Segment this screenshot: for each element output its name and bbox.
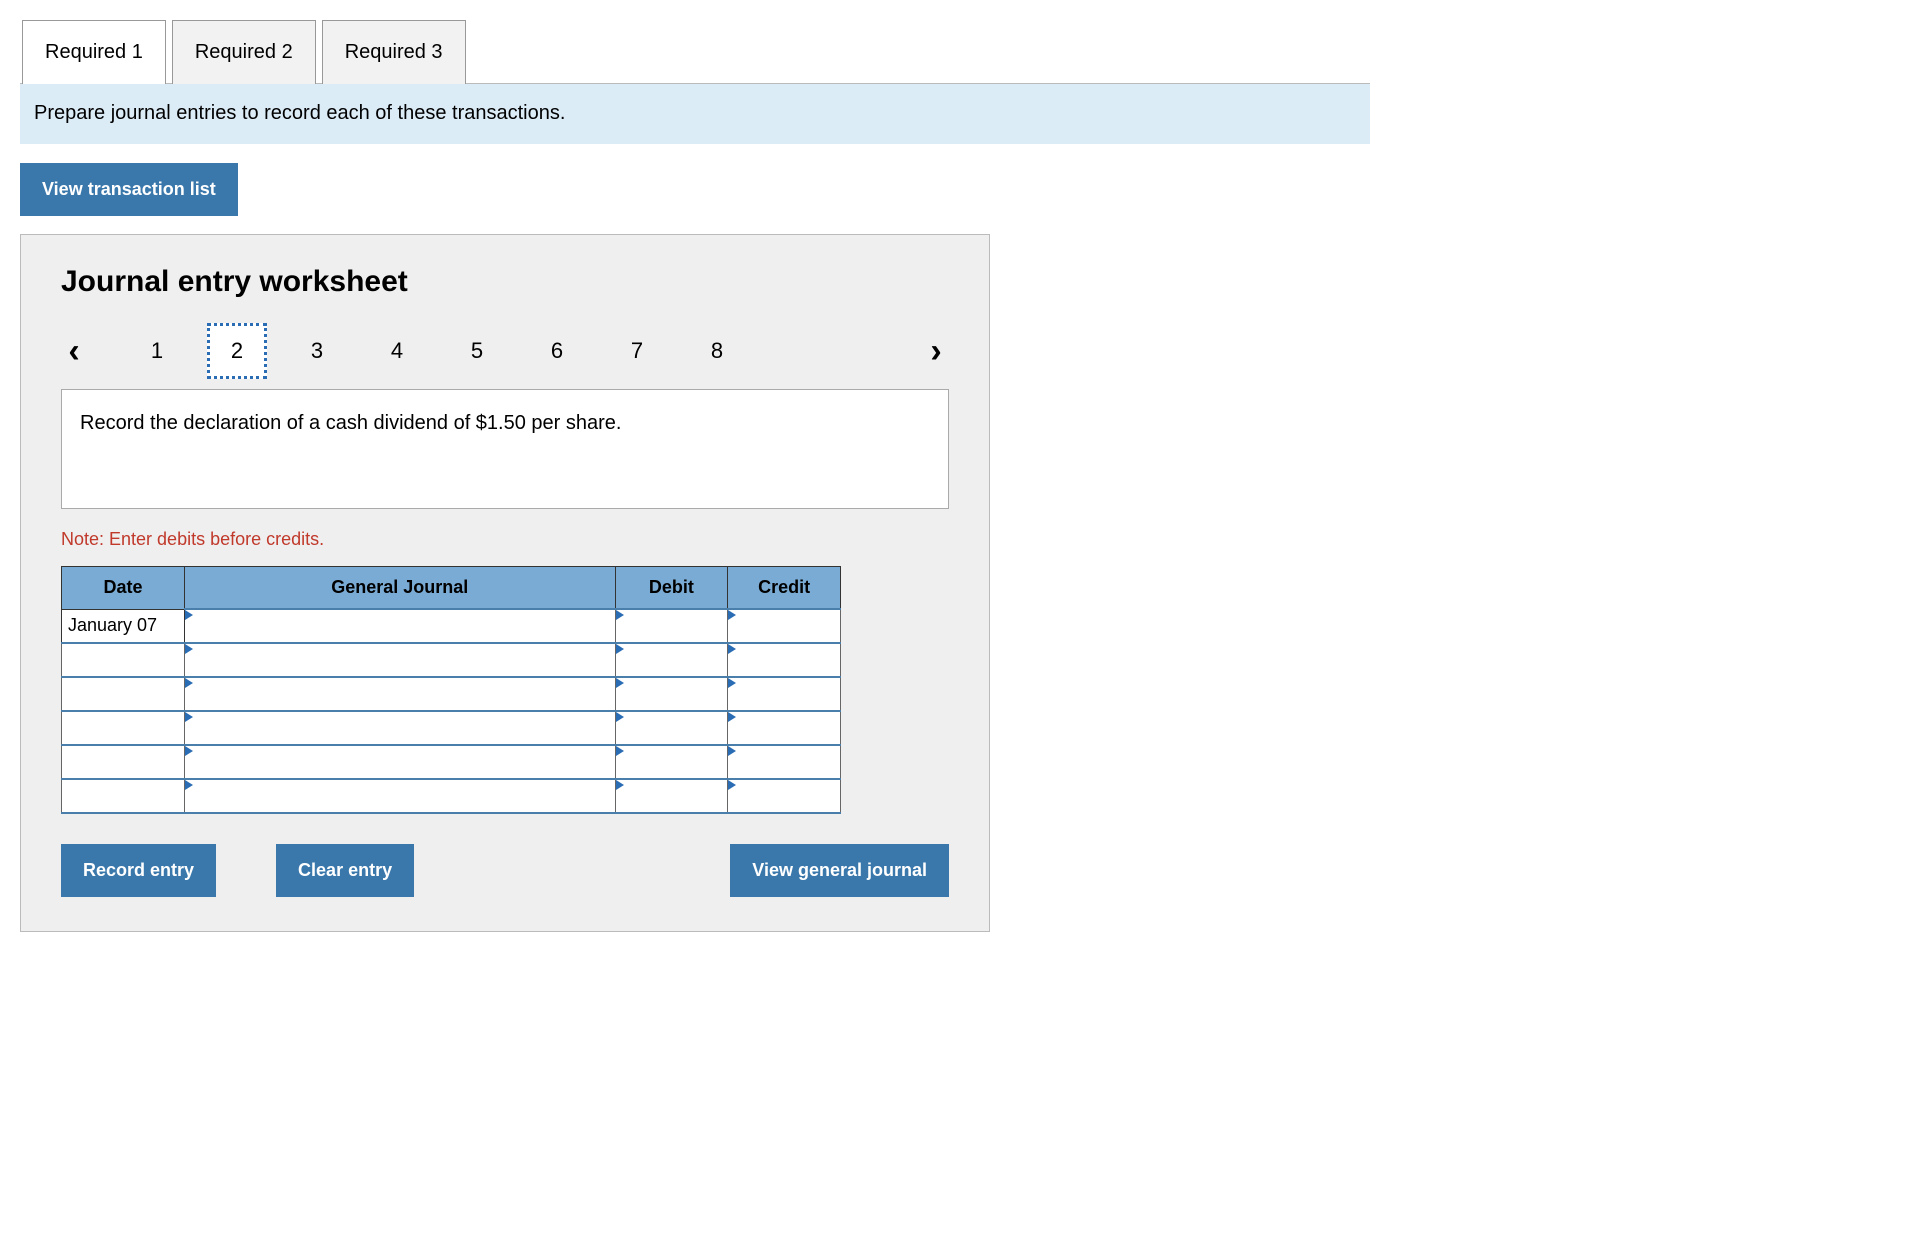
debit-cell[interactable] xyxy=(615,779,728,813)
page-2[interactable]: 2 xyxy=(207,323,267,379)
page-6[interactable]: 6 xyxy=(527,323,587,379)
header-date: Date xyxy=(62,567,185,610)
table-row xyxy=(62,711,841,745)
header-debit: Debit xyxy=(615,567,728,610)
record-entry-button[interactable]: Record entry xyxy=(61,844,216,897)
table-row xyxy=(62,643,841,677)
header-general-journal: General Journal xyxy=(185,567,616,610)
page-numbers: 1 2 3 4 5 6 7 8 xyxy=(117,323,747,379)
date-cell[interactable] xyxy=(62,745,185,779)
debit-cell[interactable] xyxy=(615,609,728,643)
date-cell[interactable] xyxy=(62,779,185,813)
debit-cell[interactable] xyxy=(615,745,728,779)
table-row xyxy=(62,779,841,813)
clear-entry-button[interactable]: Clear entry xyxy=(276,844,414,897)
next-arrow-icon[interactable]: › xyxy=(923,332,949,371)
prompt-text: Record the declaration of a cash dividen… xyxy=(61,389,949,509)
gj-cell[interactable] xyxy=(185,745,616,779)
tabs: Required 1 Required 2 Required 3 xyxy=(20,20,1370,84)
date-cell[interactable] xyxy=(62,677,185,711)
pager: ‹ 1 2 3 4 5 6 7 8 › xyxy=(61,323,949,379)
gj-cell[interactable] xyxy=(185,609,616,643)
credit-cell[interactable] xyxy=(728,745,841,779)
page-3[interactable]: 3 xyxy=(287,323,347,379)
journal-table: Date General Journal Debit Credit Januar… xyxy=(61,566,841,814)
date-cell[interactable] xyxy=(62,711,185,745)
credit-cell[interactable] xyxy=(728,779,841,813)
gj-cell[interactable] xyxy=(185,711,616,745)
table-row: January 07 xyxy=(62,609,841,643)
page-8[interactable]: 8 xyxy=(687,323,747,379)
worksheet-panel: Journal entry worksheet ‹ 1 2 3 4 5 6 7 … xyxy=(20,234,990,932)
view-transaction-list-button[interactable]: View transaction list xyxy=(20,163,238,216)
note-text: Note: Enter debits before credits. xyxy=(61,529,949,550)
tab-required-3[interactable]: Required 3 xyxy=(322,20,466,84)
debit-cell[interactable] xyxy=(615,711,728,745)
gj-cell[interactable] xyxy=(185,677,616,711)
table-row xyxy=(62,677,841,711)
view-general-journal-button[interactable]: View general journal xyxy=(730,844,949,897)
debit-cell[interactable] xyxy=(615,643,728,677)
debit-cell[interactable] xyxy=(615,677,728,711)
table-row xyxy=(62,745,841,779)
page-5[interactable]: 5 xyxy=(447,323,507,379)
header-credit: Credit xyxy=(728,567,841,610)
date-cell[interactable]: January 07 xyxy=(62,609,185,643)
prev-arrow-icon[interactable]: ‹ xyxy=(61,332,87,371)
bottom-button-row: Record entry Clear entry View general jo… xyxy=(61,844,949,897)
credit-cell[interactable] xyxy=(728,643,841,677)
date-cell[interactable] xyxy=(62,643,185,677)
tab-required-2[interactable]: Required 2 xyxy=(172,20,316,84)
page-4[interactable]: 4 xyxy=(367,323,427,379)
gj-cell[interactable] xyxy=(185,779,616,813)
credit-cell[interactable] xyxy=(728,609,841,643)
worksheet-title: Journal entry worksheet xyxy=(61,265,949,299)
tab-required-1[interactable]: Required 1 xyxy=(22,20,166,84)
instruction-text: Prepare journal entries to record each o… xyxy=(20,83,1370,144)
page-1[interactable]: 1 xyxy=(127,323,187,379)
credit-cell[interactable] xyxy=(728,677,841,711)
page-7[interactable]: 7 xyxy=(607,323,667,379)
credit-cell[interactable] xyxy=(728,711,841,745)
gj-cell[interactable] xyxy=(185,643,616,677)
